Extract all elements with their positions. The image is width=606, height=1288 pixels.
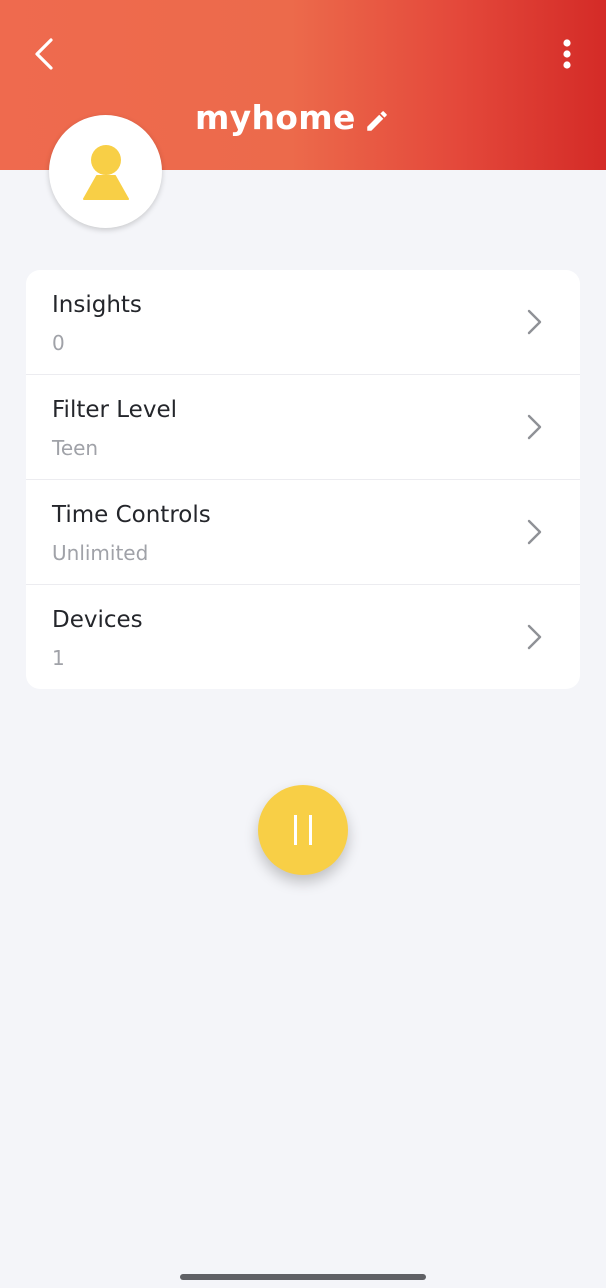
profile-avatar[interactable] (49, 115, 162, 228)
person-icon (82, 144, 129, 200)
chevron-right-icon (522, 623, 546, 651)
row-label: Filter Level (52, 397, 177, 423)
more-vertical-icon (563, 39, 571, 69)
row-label: Devices (52, 607, 143, 633)
pause-icon (294, 815, 312, 845)
edit-name-button[interactable] (363, 107, 391, 135)
row-value: 0 (52, 331, 65, 355)
chevron-left-icon (35, 38, 53, 70)
settings-row-insights[interactable]: Insights 0 (26, 270, 580, 375)
profile-title-group: myhome (195, 96, 391, 140)
profile-name: myhome (195, 98, 356, 137)
chevron-right-icon (522, 518, 546, 546)
home-indicator[interactable] (180, 1274, 426, 1280)
row-label: Time Controls (52, 502, 211, 528)
row-value: Unlimited (52, 541, 149, 565)
row-label: Insights (52, 292, 142, 318)
row-value: 1 (52, 646, 65, 670)
settings-row-filter-level[interactable]: Filter Level Teen (26, 375, 580, 480)
chevron-right-icon (522, 308, 546, 336)
pencil-icon (366, 111, 387, 131)
row-value: Teen (52, 436, 99, 460)
pause-internet-button[interactable] (258, 785, 348, 875)
back-button[interactable] (24, 32, 64, 76)
more-options-button[interactable] (548, 32, 586, 76)
chevron-right-icon (522, 413, 546, 441)
settings-row-time-controls[interactable]: Time Controls Unlimited (26, 480, 580, 585)
settings-card: Insights 0 Filter Level Teen Time Contro… (26, 270, 580, 689)
settings-row-devices[interactable]: Devices 1 (26, 585, 580, 689)
